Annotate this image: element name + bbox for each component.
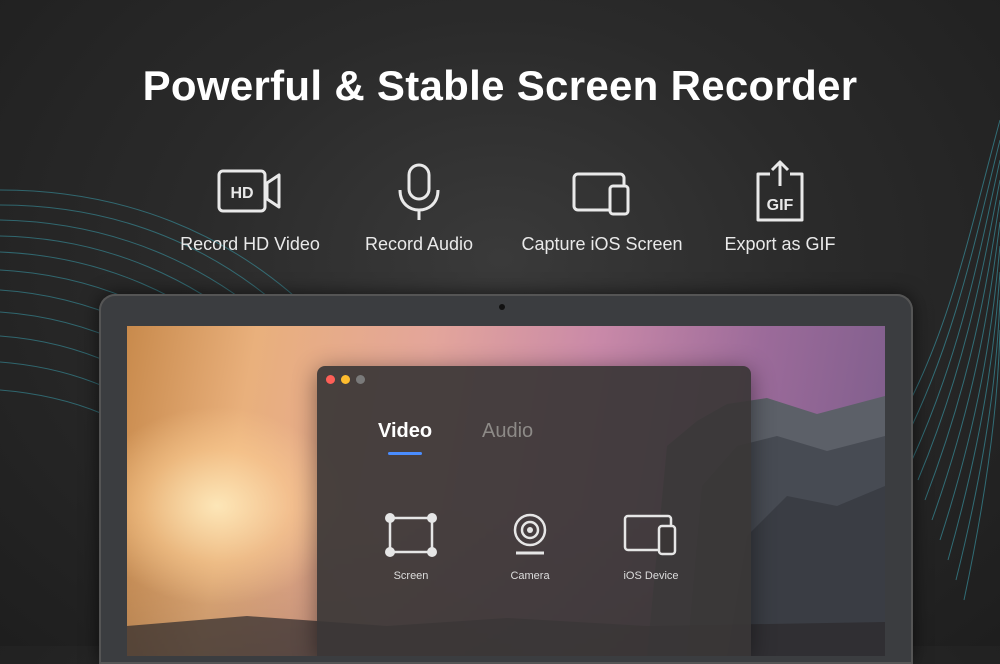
feature-label: Capture iOS Screen: [521, 234, 683, 254]
option-label: Camera: [510, 570, 550, 582]
screen-select-icon: [361, 510, 461, 560]
laptop-frame: Video Audio Screen Camera iOS Device: [99, 294, 913, 664]
feature-row: HD Record HD Video Record Audio Capture …: [0, 160, 1000, 270]
feature-capture-ios-screen: Capture iOS Screen: [502, 160, 702, 255]
svg-text:GIF: GIF: [767, 197, 794, 214]
microphone-icon: [319, 160, 519, 224]
feature-label: Export as GIF: [724, 234, 836, 254]
option-camera[interactable]: Camera: [480, 510, 580, 582]
webcam-dot: [499, 304, 505, 310]
option-ios-device[interactable]: iOS Device: [601, 510, 701, 582]
ios-screen-icon: [502, 160, 702, 224]
minimize-window-button[interactable]: [341, 375, 350, 384]
feature-record-audio: Record Audio: [319, 160, 519, 255]
close-window-button[interactable]: [326, 375, 335, 384]
zoom-window-button[interactable]: [356, 375, 365, 384]
ios-device-icon: [601, 510, 701, 560]
headline: Powerful & Stable Screen Recorder: [142, 62, 858, 109]
option-label: Screen: [393, 570, 429, 582]
option-screen[interactable]: Screen: [361, 510, 461, 582]
option-label: iOS Device: [623, 570, 679, 582]
active-tab-indicator: [388, 452, 422, 455]
desktop-screen: Video Audio Screen Camera iOS Device: [127, 326, 885, 656]
tab-video[interactable]: Video: [378, 420, 432, 443]
tab-audio[interactable]: Audio: [482, 420, 533, 443]
camera-icon: [480, 510, 580, 560]
app-window: Video Audio Screen Camera iOS Device: [317, 366, 751, 656]
feature-label: Record Audio: [364, 234, 474, 254]
feature-export-as-gif: GIF Export as GIF: [680, 160, 880, 255]
gif-export-icon: GIF: [680, 160, 880, 224]
svg-text:HD: HD: [230, 185, 253, 202]
